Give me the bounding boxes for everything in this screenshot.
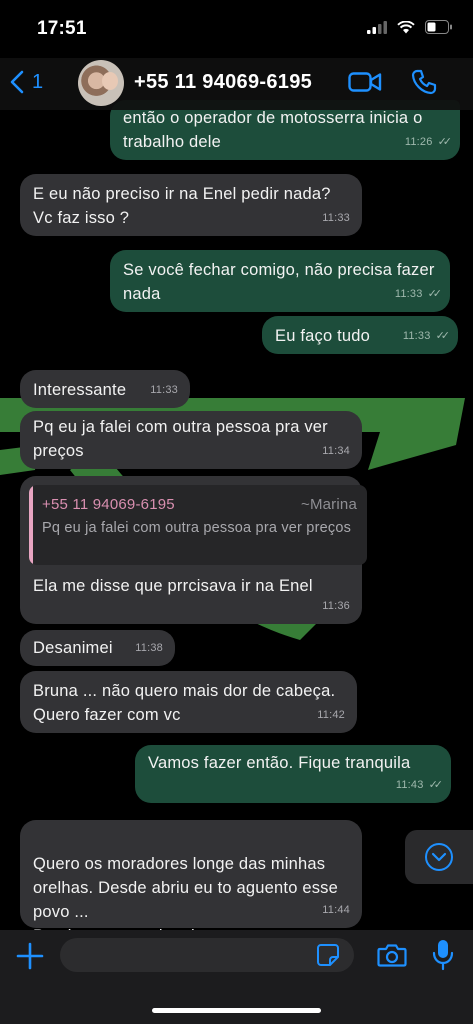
read-check-icon: ✓✓: [428, 779, 444, 791]
message-text: então o operador de motosserra inicia o …: [123, 109, 423, 151]
read-check-icon: ✓✓: [437, 136, 453, 148]
message-text: Bruna ... não quero mais dor de cabeça. …: [33, 682, 336, 724]
message-meta: 11:34: [322, 439, 350, 463]
contact-name[interactable]: +55 11 94069-6195: [134, 71, 312, 94]
message-time: 11:42: [317, 709, 345, 721]
message-time: 11:26: [404, 136, 433, 148]
message-time: 11:34: [322, 445, 350, 457]
read-check-icon: ✓✓: [435, 330, 451, 342]
message-list[interactable]: então o operador de motosserra inicia o …: [0, 0, 473, 1024]
message-meta: 11:33 ✓✓: [402, 324, 451, 348]
message-text: Interessante: [33, 381, 127, 399]
quote-accent-bar: [29, 485, 33, 565]
status-bar: 17:51: [0, 0, 473, 58]
message-text: Ela me disse que prrcisava ir na Enel: [33, 577, 313, 595]
video-call-icon[interactable]: [348, 70, 382, 94]
message-bubble-incoming[interactable]: Quero os moradores longe das minhas orel…: [20, 820, 362, 945]
message-input[interactable]: [60, 938, 354, 972]
reply-message-bubble[interactable]: +55 11 94069-6195 ~Marina Pq eu ja falei…: [20, 476, 367, 624]
quote-alias: ~Marina: [300, 496, 357, 513]
message-meta: 11:43 ✓✓: [395, 773, 444, 797]
battery-icon: [425, 20, 452, 34]
message-bubble-incoming[interactable]: E eu não preciso ir na Enel pedir nada? …: [20, 174, 362, 236]
message-bubble-incoming[interactable]: Desanimei 11:38: [20, 630, 175, 666]
camera-icon[interactable]: [377, 942, 407, 968]
microphone-icon[interactable]: [432, 938, 454, 972]
message-time: 11:33: [322, 212, 350, 224]
status-icons: [367, 20, 453, 34]
signal-icon: [367, 20, 387, 34]
message-text: E eu não preciso ir na Enel pedir nada? …: [33, 185, 331, 227]
unread-count: 1: [32, 70, 44, 93]
message-text: Vamos fazer então. Fique tranquila: [148, 754, 411, 772]
message-bubble-outgoing[interactable]: Se você fechar comigo, não precisa fazer…: [110, 250, 450, 312]
scroll-down-button[interactable]: [405, 830, 473, 884]
message-bubble-incoming[interactable]: Pq eu ja falei com outra pessoa pra ver …: [20, 411, 362, 469]
avatar[interactable]: [78, 60, 124, 106]
message-meta: 11:42: [317, 703, 345, 727]
message-meta: 11:44: [322, 898, 350, 922]
back-chevron-icon: [10, 70, 24, 94]
message-time: 11:38: [135, 642, 163, 654]
home-indicator: [152, 1008, 321, 1013]
message-bubble-incoming[interactable]: Bruna ... não quero mais dor de cabeça. …: [20, 671, 357, 733]
scroll-down-icon: [425, 843, 453, 871]
message-meta: 11:33 ✓✓: [394, 282, 443, 306]
wifi-icon: [397, 20, 415, 33]
message-meta: 11:26 ✓✓: [404, 130, 453, 154]
message-text: Eu faço tudo: [275, 327, 371, 345]
message-meta: 11:33: [322, 206, 350, 230]
phone-icon[interactable]: [410, 68, 438, 96]
message-time: 11:43: [395, 779, 424, 791]
message-text: Desanimei: [33, 639, 113, 657]
message-time: 11:44: [322, 904, 350, 916]
message-text: Pq eu ja falei com outra pessoa pra ver …: [33, 418, 328, 460]
message-bubble-outgoing[interactable]: Vamos fazer então. Fique tranquila 11:43…: [135, 745, 451, 803]
plus-icon[interactable]: [16, 942, 44, 970]
message-time: 11:33: [394, 288, 423, 300]
message-text: Se você fechar comigo, não precisa fazer…: [123, 261, 435, 303]
back-button[interactable]: 1: [10, 70, 43, 94]
message-bubble-incoming[interactable]: Interessante 11:33: [20, 370, 190, 408]
chat-header: 1 +55 11 94069-6195: [0, 58, 473, 110]
message-time: 11:33: [402, 330, 431, 342]
message-meta: 11:38: [135, 636, 163, 660]
message-time: 11:36: [322, 600, 350, 612]
message-bubble-outgoing[interactable]: Eu faço tudo 11:33 ✓✓: [262, 316, 458, 354]
message-input-bar: [0, 930, 473, 1024]
quote-text: Pq eu ja falei com outra pessoa pra ver …: [42, 520, 352, 536]
message-time: 11:33: [150, 384, 178, 396]
sticker-icon[interactable]: [316, 943, 340, 967]
quoted-message[interactable]: +55 11 94069-6195 ~Marina Pq eu ja falei…: [29, 485, 367, 565]
status-time: 17:51: [37, 18, 87, 39]
read-check-icon: ✓✓: [427, 288, 443, 300]
message-meta: 11:33: [150, 378, 178, 402]
message-meta: 11:36: [322, 594, 350, 618]
quote-sender: +55 11 94069-6195: [42, 496, 175, 513]
